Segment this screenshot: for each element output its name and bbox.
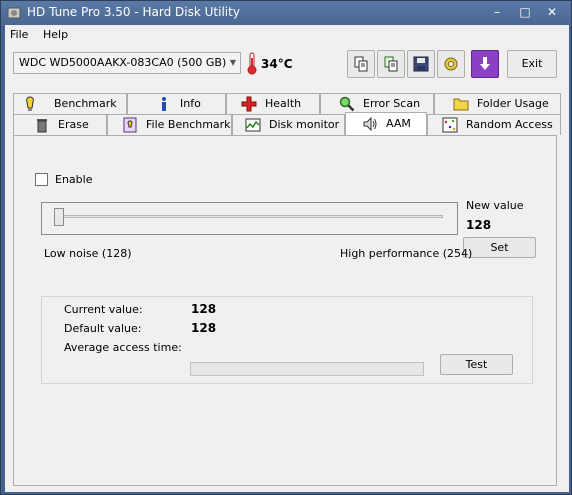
benchmark-icon bbox=[26, 96, 34, 111]
average-access-label: Average access time: bbox=[64, 341, 182, 354]
copy-button[interactable] bbox=[347, 50, 375, 78]
tab-label: Error Scan bbox=[363, 97, 421, 110]
slider-thumb[interactable] bbox=[54, 208, 64, 226]
tab-file-benchmark[interactable]: File Benchmark bbox=[107, 114, 232, 135]
disk-monitor-icon bbox=[245, 118, 261, 132]
random-access-icon bbox=[442, 117, 458, 133]
test-progress-bar bbox=[190, 362, 424, 376]
default-value-label: Default value: bbox=[64, 322, 142, 335]
menu-help[interactable]: Help bbox=[43, 28, 68, 41]
set-button[interactable]: Set bbox=[463, 237, 536, 258]
options-button[interactable] bbox=[437, 50, 465, 78]
slider-track bbox=[54, 215, 443, 218]
tab-row-top: Benchmark Info Health Error Scan Folder … bbox=[13, 93, 561, 114]
client-area: File Help WDC WD5000AAKX-083CA0 (500 GB)… bbox=[5, 25, 569, 492]
tab-label: Benchmark bbox=[54, 97, 117, 110]
error-scan-icon bbox=[339, 96, 355, 112]
chevron-down-icon: ▼ bbox=[229, 58, 236, 67]
window-title: HD Tune Pro 3.50 - Hard Disk Utility bbox=[27, 5, 240, 19]
copy-icon bbox=[354, 56, 368, 72]
enable-checkbox[interactable] bbox=[35, 173, 48, 186]
title-bar[interactable]: HD Tune Pro 3.50 - Hard Disk Utility – □… bbox=[1, 1, 571, 25]
high-performance-label: High performance (254) bbox=[340, 247, 473, 260]
copy-all-button[interactable] bbox=[377, 50, 405, 78]
tab-benchmark[interactable]: Benchmark bbox=[13, 93, 127, 114]
tab-row-bottom: Erase File Benchmark Disk monitor AAM Ra… bbox=[13, 112, 561, 135]
speaker-icon bbox=[363, 116, 377, 132]
tab-aam[interactable]: AAM bbox=[345, 112, 427, 135]
default-value-readout: 128 bbox=[191, 321, 217, 335]
test-button[interactable]: Test bbox=[440, 354, 513, 375]
tab-label: Random Access bbox=[466, 118, 553, 131]
tab-random-access[interactable]: Random Access bbox=[427, 114, 561, 135]
low-noise-label: Low noise (128) bbox=[44, 247, 132, 260]
exit-button[interactable]: Exit bbox=[507, 50, 557, 78]
tab-disk-monitor[interactable]: Disk monitor bbox=[232, 114, 345, 135]
tab-folder-usage[interactable]: Folder Usage bbox=[434, 93, 561, 114]
current-value-label: Current value: bbox=[64, 303, 143, 316]
tab-label: Info bbox=[180, 97, 201, 110]
tab-label: Health bbox=[265, 97, 302, 110]
app-window: HD Tune Pro 3.50 - Hard Disk Utility – □… bbox=[0, 0, 572, 495]
new-value-readout: 128 bbox=[466, 218, 492, 232]
download-button[interactable] bbox=[471, 50, 499, 78]
save-icon bbox=[413, 56, 429, 72]
tab-label: Disk monitor bbox=[269, 118, 340, 131]
new-value-label: New value bbox=[466, 199, 524, 212]
tab-error-scan[interactable]: Error Scan bbox=[320, 93, 434, 114]
copy-all-icon bbox=[384, 56, 398, 72]
tab-label: File Benchmark bbox=[146, 118, 231, 131]
tab-label: Erase bbox=[58, 118, 89, 131]
drive-dropdown-value: WDC WD5000AAKX-083CA0 (500 GB) bbox=[19, 56, 227, 69]
tab-label: AAM bbox=[386, 117, 411, 130]
temperature-readout: 34°C bbox=[261, 57, 293, 71]
options-icon bbox=[444, 57, 458, 71]
minimize-button[interactable]: – bbox=[484, 3, 510, 21]
download-icon bbox=[480, 57, 490, 70]
folder-icon bbox=[453, 98, 469, 111]
trash-icon bbox=[37, 119, 47, 133]
file-benchmark-icon bbox=[123, 117, 137, 133]
menu-file[interactable]: File bbox=[10, 28, 28, 41]
maximize-button[interactable]: □ bbox=[512, 3, 538, 21]
hard-disk-app-icon bbox=[7, 7, 21, 19]
tab-erase[interactable]: Erase bbox=[13, 114, 107, 135]
close-button[interactable]: ✕ bbox=[539, 3, 565, 21]
thermometer-icon bbox=[247, 52, 257, 75]
aam-slider[interactable] bbox=[41, 202, 458, 235]
tab-info[interactable]: Info bbox=[127, 93, 226, 114]
save-button[interactable] bbox=[407, 50, 435, 78]
tab-label: Folder Usage bbox=[477, 97, 549, 110]
health-icon bbox=[241, 96, 257, 112]
menu-bar: File Help bbox=[5, 25, 569, 45]
tab-health[interactable]: Health bbox=[226, 93, 320, 114]
enable-label: Enable bbox=[55, 173, 93, 186]
current-value-readout: 128 bbox=[191, 302, 217, 316]
info-icon bbox=[162, 97, 166, 111]
drive-dropdown[interactable]: WDC WD5000AAKX-083CA0 (500 GB) ▼ bbox=[13, 52, 241, 74]
